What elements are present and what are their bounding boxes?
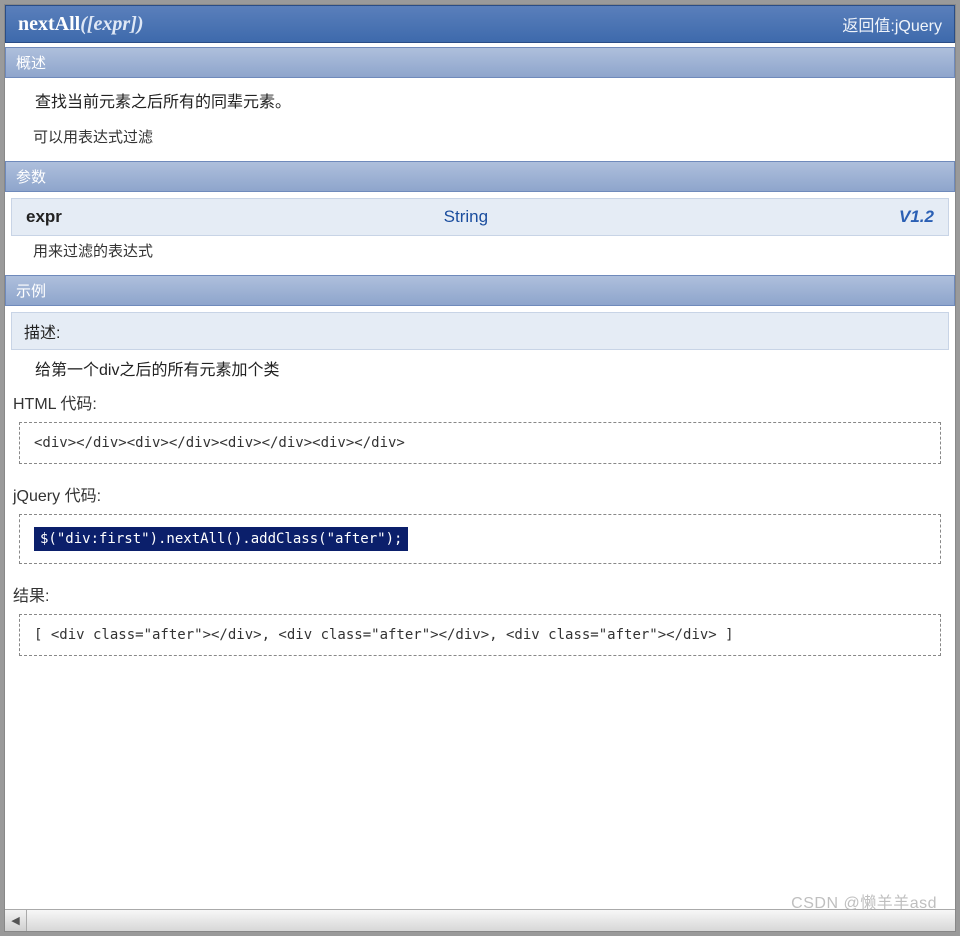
section-overview-header: 概述 <box>5 47 955 78</box>
return-type: jQuery <box>895 18 942 35</box>
method-args: ([expr]) <box>80 13 143 35</box>
section-params-header: 参数 <box>5 161 955 192</box>
html-code-box: <div></div><div></div><div></div><div></… <box>19 422 941 464</box>
overview-main-text: 查找当前元素之后所有的同辈元素。 <box>5 78 955 122</box>
result-code-box: [ <div class="after"></div>, <div class=… <box>19 614 941 656</box>
horizontal-scrollbar[interactable]: ◀ <box>5 909 955 931</box>
method-signature: nextAll([expr]) <box>18 13 144 36</box>
scroll-left-arrow-icon[interactable]: ◀ <box>5 910 27 931</box>
result-label: 结果: <box>5 574 955 610</box>
param-type: String <box>444 207 753 227</box>
jquery-code-highlight: $("div:first").nextAll().addClass("after… <box>34 527 408 551</box>
example-desc: 给第一个div之后的所有元素加个类 <box>5 350 955 382</box>
jquery-code-box: $("div:first").nextAll().addClass("after… <box>19 514 941 564</box>
return-label: 返回值: <box>842 18 894 35</box>
method-name-text: nextAll <box>18 13 80 35</box>
return-value: 返回值:jQuery <box>842 12 942 36</box>
scrollbar-track[interactable] <box>27 910 955 931</box>
section-example-header: 示例 <box>5 275 955 306</box>
overview-note: 可以用表达式过滤 <box>5 122 955 157</box>
param-row: expr String V1.2 <box>11 198 949 236</box>
param-desc: 用来过滤的表达式 <box>5 236 955 271</box>
param-version: V1.2 <box>752 207 934 227</box>
method-header: nextAll([expr]) 返回值:jQuery <box>5 5 955 43</box>
param-name: expr <box>26 207 444 227</box>
html-code-label: HTML 代码: <box>5 382 955 418</box>
jquery-code-label: jQuery 代码: <box>5 474 955 510</box>
example-desc-label: 描述: <box>11 312 949 350</box>
